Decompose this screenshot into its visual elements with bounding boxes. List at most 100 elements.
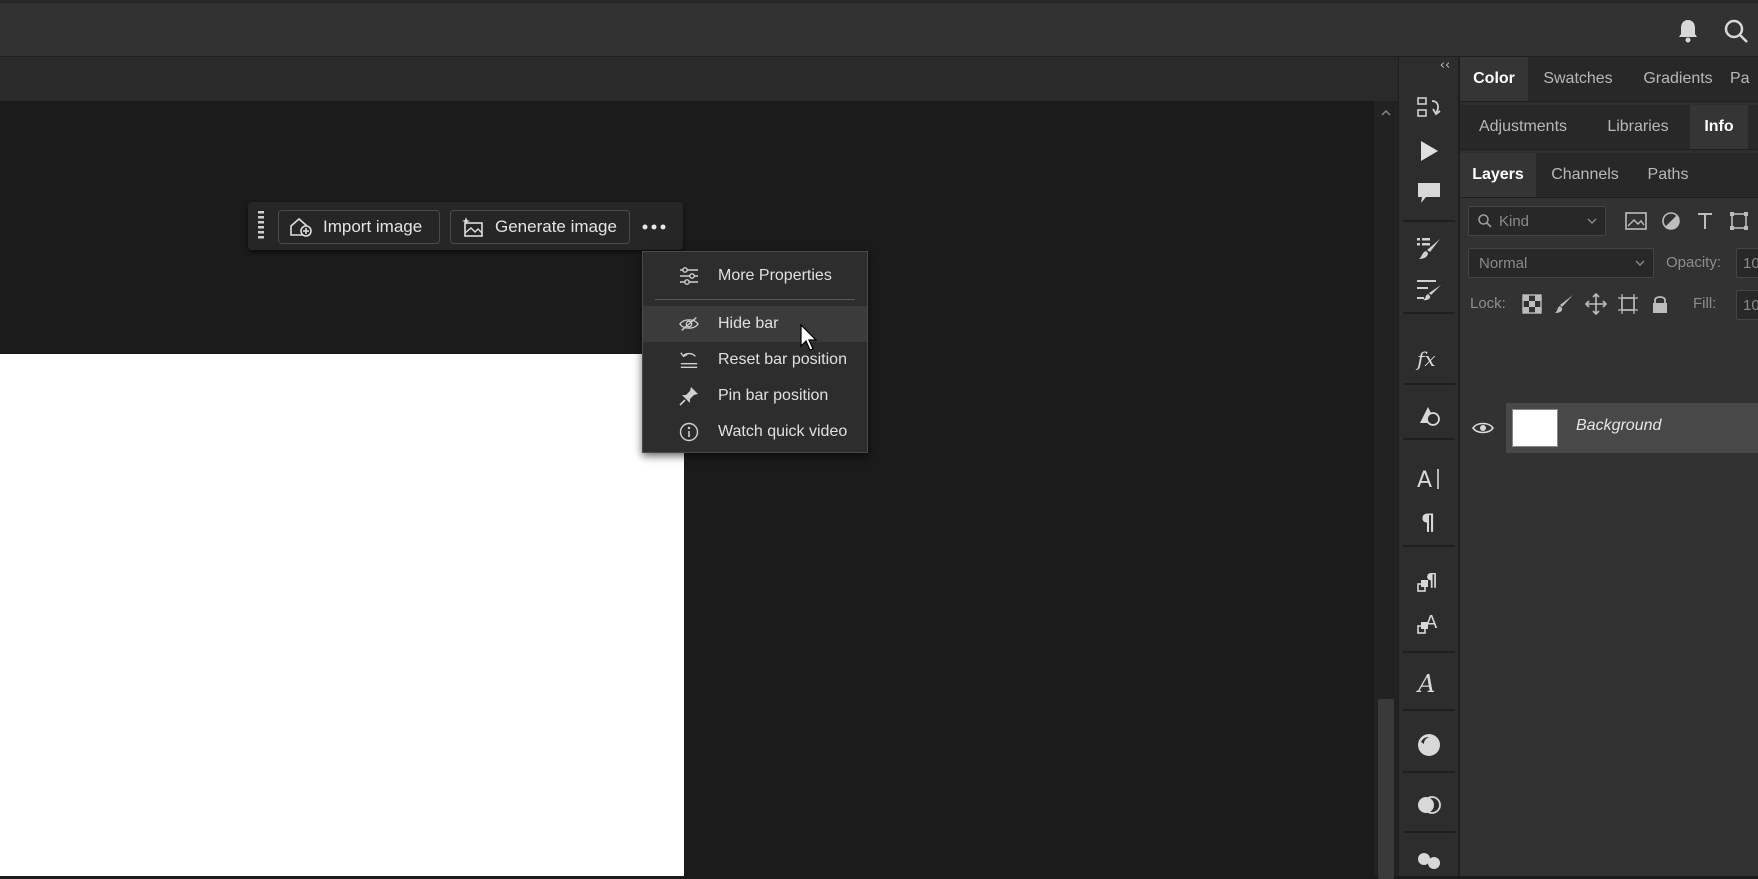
tab-color[interactable]: Color [1460,57,1528,101]
menu-item-watch-quick-video[interactable]: Watch quick video [643,414,867,450]
opacity-label: Opacity: [1666,254,1722,271]
tab-patterns[interactable]: Pa [1730,57,1758,101]
layer-name: Background [1576,417,1662,434]
brush-presets-icon[interactable] [1414,274,1444,304]
collapse-panels-icon[interactable]: ‹‹ [1435,57,1455,73]
lock-all-icon[interactable] [1648,292,1672,316]
layer-visibility-eye-icon[interactable] [1472,417,1494,439]
search-icon[interactable] [1720,13,1752,49]
generate-image-icon [460,214,486,240]
paragraph-icon[interactable]: ¶ [1414,506,1444,536]
app-top-bar [0,0,1758,57]
fill-field[interactable]: 10 [1736,290,1758,320]
import-image-label: Import image [323,217,423,236]
lock-image-pixels-icon[interactable] [1552,292,1576,316]
layer-row-background[interactable]: Background [1460,403,1758,453]
blend-mode-value: Normal [1479,254,1528,272]
panel-tab-row-1: Color Swatches Gradients Pa [1460,57,1758,102]
brush-settings-icon[interactable] [1414,233,1444,263]
menu-item-label: Hide bar [718,315,779,332]
svg-text:¶: ¶ [1421,511,1435,533]
glyphs-icon[interactable]: A [1414,668,1444,698]
pin-icon [679,386,699,406]
strip-divider [1403,438,1455,440]
document-tab-strip [0,57,1398,102]
drag-handle-icon[interactable] [257,210,265,242]
filter-type-icon[interactable] [1693,209,1717,233]
tab-gradients[interactable]: Gradients [1628,57,1728,101]
menu-item-hide-bar[interactable]: Hide bar [643,306,867,342]
fill-label: Fill: [1693,295,1717,312]
tab-channels[interactable]: Channels [1538,153,1632,197]
menu-item-reset-bar-position[interactable]: Reset bar position [643,342,867,378]
svg-text:fx: fx [1415,347,1436,371]
history-icon[interactable] [1414,93,1444,123]
contextual-task-bar: Import image Generate image [248,202,683,250]
tab-info[interactable]: Info [1690,105,1748,149]
panel-tab-row-3: Layers Channels Paths [1460,153,1758,198]
filter-kind-label: Kind [1499,212,1530,230]
tab-paths[interactable]: Paths [1634,153,1702,197]
properties-icon[interactable] [1414,847,1444,877]
menu-item-label: Watch quick video [718,423,848,440]
scroll-thumb[interactable] [1378,699,1394,879]
filter-shape-icon[interactable] [1727,209,1751,233]
tab-libraries[interactable]: Libraries [1588,105,1688,149]
chevron-down-icon [1635,260,1645,266]
layer-thumbnail [1512,409,1558,447]
play-actions-icon[interactable] [1414,136,1444,166]
filter-pixel-icon[interactable] [1624,209,1648,233]
scroll-up-arrow-icon[interactable] [1380,107,1392,119]
panel-icon-strip: ‹‹ fx A ¶ ¶ A A [1398,57,1459,876]
ellipsis-icon [642,224,666,230]
info-icon [679,422,699,442]
paragraph-styles-icon[interactable]: ¶ [1414,566,1444,596]
styles-fx-icon[interactable]: fx [1414,344,1444,374]
lock-label: Lock: [1470,295,1506,312]
vertical-scrollbar[interactable] [1374,101,1398,879]
layers-panel: Kind Normal Opacity: 10 Lock: Fill: 10 B… [1460,198,1758,876]
strip-divider [1403,312,1455,314]
tab-swatches[interactable]: Swatches [1530,57,1626,101]
eye-off-icon [679,314,699,334]
opacity-field[interactable]: 10 [1736,248,1758,278]
filter-adjustment-icon[interactable] [1659,209,1683,233]
menu-item-label: Reset bar position [718,351,847,368]
opacity-value: 10 [1743,254,1758,272]
lock-transparent-pixels-icon[interactable] [1520,292,1544,316]
character-icon[interactable]: A [1414,463,1444,493]
document-canvas[interactable] [0,354,684,876]
menu-item-more-properties[interactable]: More Properties [643,258,867,294]
lock-position-icon[interactable] [1584,292,1608,316]
chevron-down-icon [1587,218,1597,224]
tab-layers[interactable]: Layers [1460,153,1536,197]
adjustments-icon[interactable] [1414,790,1444,820]
right-panel-dock: Color Swatches Gradients Pa Adjustments … [1458,57,1758,876]
character-styles-icon[interactable]: A [1414,608,1444,638]
svg-text:A: A [1416,670,1435,697]
strip-divider [1403,709,1455,711]
blend-mode-select[interactable]: Normal [1468,248,1654,278]
generate-image-button[interactable]: Generate image [450,210,630,244]
import-image-icon [288,214,314,240]
import-image-button[interactable]: Import image [278,210,440,244]
strip-divider [1403,545,1455,547]
strip-divider [1403,771,1455,773]
bell-icon[interactable] [1672,13,1704,49]
mouse-cursor-icon [800,324,818,351]
more-options-button[interactable] [636,212,672,242]
layer-filter-kind-select[interactable]: Kind [1468,206,1606,236]
strip-divider [1403,383,1455,385]
lock-artboard-icon[interactable] [1616,292,1640,316]
svg-text:A: A [1417,468,1432,491]
materials-sphere-icon[interactable] [1414,730,1444,760]
search-icon [1478,214,1492,228]
menu-item-pin-bar-position[interactable]: Pin bar position [643,378,867,414]
shapes-icon[interactable] [1414,400,1444,430]
generate-image-label: Generate image [495,217,617,236]
strip-divider [1403,651,1455,653]
menu-divider [655,299,855,300]
comments-icon[interactable] [1414,178,1444,208]
fill-value: 10 [1743,296,1758,314]
tab-adjustments[interactable]: Adjustments [1460,105,1586,149]
